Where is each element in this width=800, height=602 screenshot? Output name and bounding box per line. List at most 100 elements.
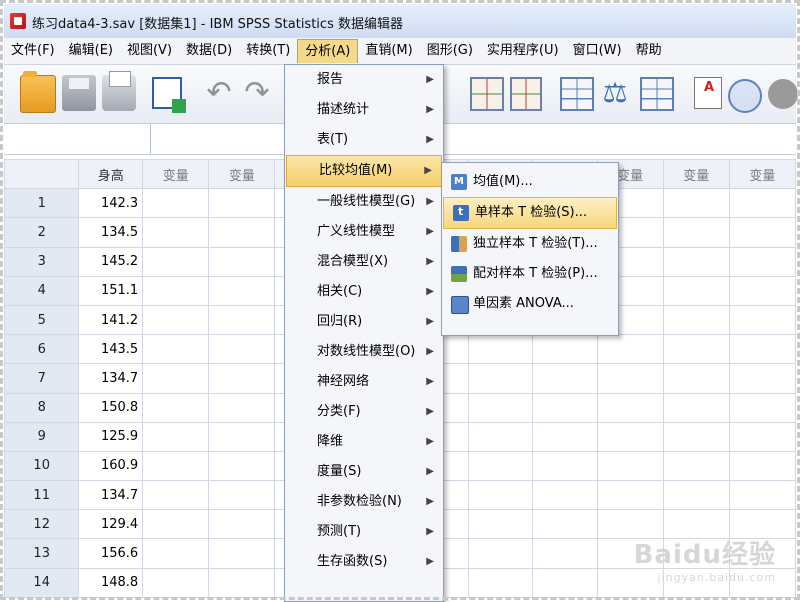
- weight-cases-icon[interactable]: ⚖: [598, 75, 632, 111]
- menu-graphs[interactable]: 图形(G): [420, 39, 480, 63]
- row-number[interactable]: 6: [4, 334, 80, 365]
- menu-item-classify[interactable]: 分类(F) ▶: [285, 397, 443, 427]
- row-number[interactable]: 3: [4, 246, 80, 277]
- cell-empty[interactable]: [728, 304, 796, 336]
- cell-empty[interactable]: [662, 334, 730, 365]
- menu-item-tables[interactable]: 表(T) ▶: [285, 125, 443, 155]
- cell-empty[interactable]: [662, 450, 730, 482]
- open-folder-icon[interactable]: [20, 71, 56, 113]
- menu-view[interactable]: 视图(V): [120, 39, 179, 63]
- cell-height[interactable]: 129.4: [78, 509, 144, 540]
- column-header-var[interactable]: 变量: [662, 159, 730, 190]
- undo-icon[interactable]: ↶: [202, 75, 236, 111]
- row-number[interactable]: 2: [4, 217, 80, 248]
- print-icon[interactable]: [102, 71, 136, 111]
- cell-empty[interactable]: [467, 567, 534, 598]
- cell-empty[interactable]: [208, 509, 276, 540]
- cell-empty[interactable]: [208, 334, 276, 365]
- value-labels-icon[interactable]: [694, 77, 722, 109]
- cell-height[interactable]: 125.9: [78, 421, 144, 452]
- cell-empty[interactable]: [532, 509, 598, 540]
- cell-empty[interactable]: [142, 421, 210, 452]
- cell-empty[interactable]: [662, 363, 730, 394]
- menu-item-loglinear[interactable]: 对数线性模型(O) ▶: [285, 337, 443, 367]
- column-header-var[interactable]: 变量: [728, 159, 796, 190]
- cell-empty[interactable]: [532, 538, 598, 569]
- cell-empty[interactable]: [662, 392, 730, 423]
- menu-item-means[interactable]: 均值(M)...: [442, 167, 618, 197]
- cell-empty[interactable]: [208, 480, 276, 511]
- row-number[interactable]: 10: [4, 450, 80, 482]
- cell-empty[interactable]: [208, 188, 276, 219]
- cell-empty[interactable]: [208, 246, 276, 277]
- cell-empty[interactable]: [467, 392, 534, 423]
- goto-case-icon[interactable]: [470, 77, 504, 111]
- cell-empty[interactable]: [142, 217, 210, 248]
- row-number[interactable]: 9: [4, 421, 80, 452]
- cell-empty[interactable]: [208, 275, 276, 306]
- row-number[interactable]: 8: [4, 392, 80, 423]
- cell-empty[interactable]: [662, 188, 730, 219]
- column-header-height[interactable]: 身高: [78, 159, 144, 190]
- cell-empty[interactable]: [596, 480, 664, 511]
- menu-item-generalized-linear-models[interactable]: 广义线性模型 ▶: [285, 217, 443, 247]
- cell-empty[interactable]: [467, 538, 534, 569]
- cell-empty[interactable]: [467, 480, 534, 511]
- cell-empty[interactable]: [728, 188, 796, 219]
- cell-empty[interactable]: [596, 334, 664, 365]
- cell-reference-box[interactable]: [4, 124, 151, 154]
- use-sets-icon[interactable]: [728, 79, 762, 113]
- menu-item-one-way-anova[interactable]: 单因素 ANOVA...: [442, 289, 618, 319]
- cell-empty[interactable]: [728, 450, 796, 482]
- cell-empty[interactable]: [662, 480, 730, 511]
- cell-empty[interactable]: [208, 304, 276, 336]
- menu-edit[interactable]: 编辑(E): [62, 39, 120, 63]
- redo-icon[interactable]: ↷: [240, 75, 274, 111]
- cell-height[interactable]: 148.8: [78, 567, 144, 598]
- menu-window[interactable]: 窗口(W): [566, 39, 629, 63]
- cell-empty[interactable]: [662, 217, 730, 248]
- cell-height[interactable]: 150.8: [78, 392, 144, 423]
- cell-empty[interactable]: [728, 217, 796, 248]
- menu-item-correlate[interactable]: 相关(C) ▶: [285, 277, 443, 307]
- cell-empty[interactable]: [728, 363, 796, 394]
- row-number[interactable]: 4: [4, 275, 80, 306]
- cell-height[interactable]: 156.6: [78, 538, 144, 569]
- menu-help[interactable]: 帮助: [629, 39, 669, 63]
- cell-empty[interactable]: [208, 217, 276, 248]
- cell-empty[interactable]: [142, 246, 210, 277]
- cell-empty[interactable]: [532, 334, 598, 365]
- cell-empty[interactable]: [142, 363, 210, 394]
- cell-empty[interactable]: [467, 334, 534, 365]
- row-number[interactable]: 12: [4, 509, 80, 540]
- row-number[interactable]: 7: [4, 363, 80, 394]
- cell-empty[interactable]: [662, 246, 730, 277]
- cell-empty[interactable]: [596, 450, 664, 482]
- cell-height[interactable]: 143.5: [78, 334, 144, 365]
- cell-empty[interactable]: [728, 275, 796, 306]
- cell-empty[interactable]: [532, 421, 598, 452]
- menu-item-descriptive-statistics[interactable]: 描述统计 ▶: [285, 95, 443, 125]
- goto-variable-icon[interactable]: [510, 77, 542, 111]
- row-header-corner[interactable]: [4, 159, 80, 190]
- cell-height[interactable]: 134.5: [78, 217, 144, 248]
- cell-empty[interactable]: [728, 392, 796, 423]
- menu-utilities[interactable]: 实用程序(U): [480, 39, 566, 63]
- cell-empty[interactable]: [467, 421, 534, 452]
- row-number[interactable]: 13: [4, 538, 80, 569]
- cell-empty[interactable]: [532, 450, 598, 482]
- menu-item-independent-samples-t-test[interactable]: 独立样本 T 检验(T)...: [442, 229, 618, 259]
- menu-item-neural-networks[interactable]: 神经网络 ▶: [285, 367, 443, 397]
- cell-empty[interactable]: [142, 480, 210, 511]
- cell-empty[interactable]: [142, 392, 210, 423]
- cell-empty[interactable]: [467, 363, 534, 394]
- cell-empty[interactable]: [728, 334, 796, 365]
- cell-empty[interactable]: [208, 421, 276, 452]
- menu-item-general-linear-model[interactable]: 一般线性模型(G) ▶: [285, 187, 443, 217]
- cell-empty[interactable]: [596, 421, 664, 452]
- cell-empty[interactable]: [208, 392, 276, 423]
- show-all-variables-icon[interactable]: [768, 79, 798, 109]
- menu-direct-marketing[interactable]: 直销(M): [358, 39, 419, 63]
- menu-data[interactable]: 数据(D): [179, 39, 239, 63]
- menu-item-paired-samples-t-test[interactable]: 配对样本 T 检验(P)...: [442, 259, 618, 289]
